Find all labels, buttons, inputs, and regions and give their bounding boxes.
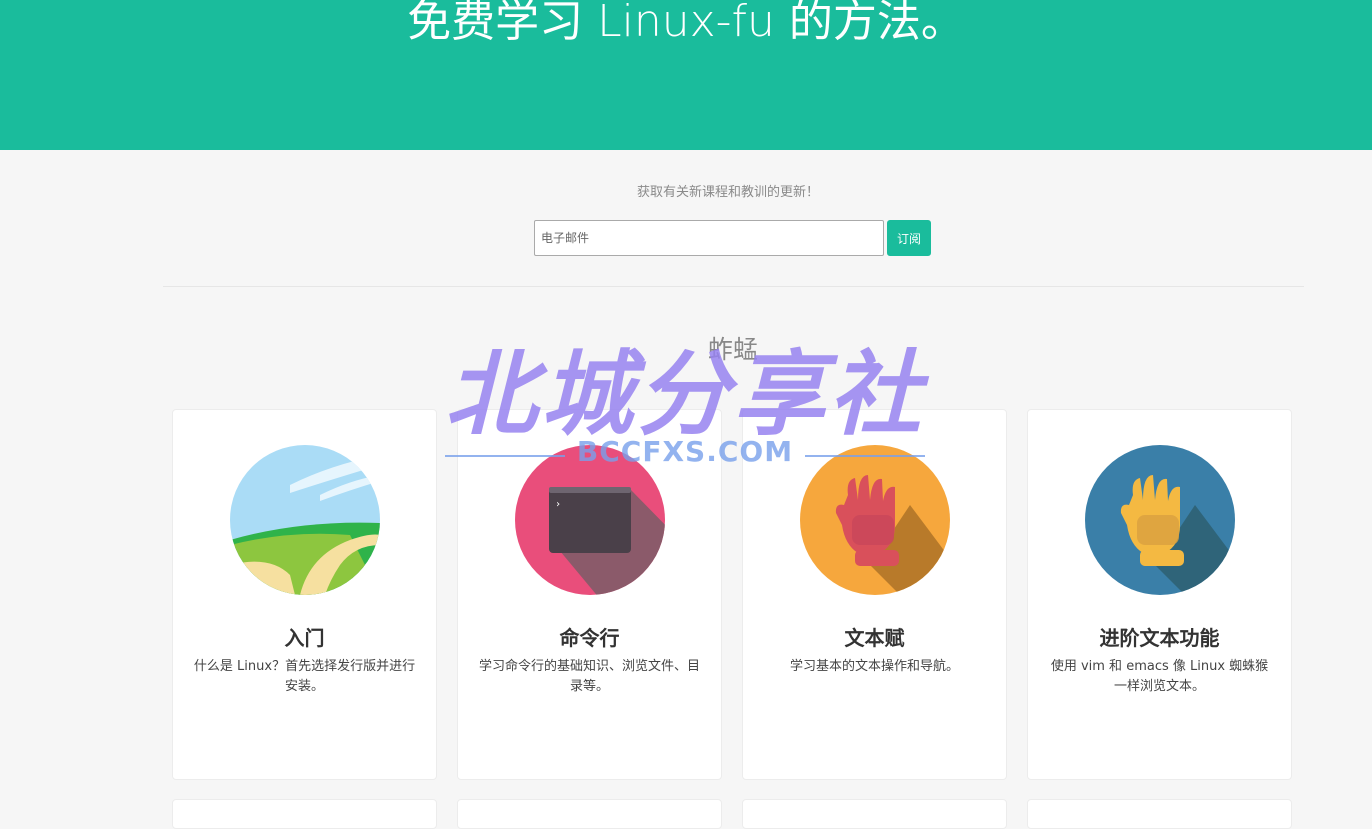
glove-icon bbox=[1085, 445, 1235, 595]
section-title: 蚱蜢 bbox=[707, 335, 758, 364]
card-title: 入门 bbox=[284, 626, 325, 650]
course-card-text-fu[interactable]: 文本赋 学习基本的文本操作和导航。 bbox=[742, 409, 1007, 780]
course-card-command-line[interactable]: › 命令行 学习命令行的基础知识、浏览文件、目录等。 bbox=[457, 409, 722, 780]
course-card-getting-started[interactable]: 入门 什么是 Linux？首先选择发行版并进行安装。 bbox=[172, 409, 437, 780]
email-field[interactable] bbox=[534, 220, 884, 256]
card-description: 什么是 Linux？首先选择发行版并进行安装。 bbox=[193, 659, 416, 694]
card-description: 学习命令行的基础知识、浏览文件、目录等。 bbox=[478, 659, 700, 694]
course-card[interactable] bbox=[742, 799, 1007, 829]
divider bbox=[163, 286, 1304, 287]
course-card-advanced-text[interactable]: 进阶文本功能 使用 vim 和 emacs 像 Linux 蜘蛛猴一样浏览文本。 bbox=[1027, 409, 1292, 780]
hero-banner: 免费学习 Linux-fu 的方法。 bbox=[0, 0, 1372, 150]
subscribe-button[interactable]: 订阅 bbox=[887, 220, 931, 256]
svg-text:›: › bbox=[555, 499, 561, 510]
landscape-icon bbox=[230, 445, 380, 595]
course-card[interactable] bbox=[1027, 799, 1292, 829]
card-description: 学习基本的文本操作和导航。 bbox=[789, 659, 959, 674]
subscribe-prompt: 获取有关新课程和教训的更新！ bbox=[636, 185, 819, 200]
terminal-icon: › bbox=[515, 445, 665, 595]
card-title: 进阶文本功能 bbox=[1099, 626, 1220, 650]
card-description: 使用 vim 和 emacs 像 Linux 蜘蛛猴一样浏览文本。 bbox=[1050, 659, 1269, 694]
course-card[interactable] bbox=[172, 799, 437, 829]
glove-icon bbox=[800, 445, 950, 595]
card-title: 文本赋 bbox=[844, 626, 905, 650]
course-card[interactable] bbox=[457, 799, 722, 829]
card-title: 命令行 bbox=[559, 626, 620, 650]
hero-title: 免费学习 Linux-fu 的方法。 bbox=[407, 0, 965, 47]
